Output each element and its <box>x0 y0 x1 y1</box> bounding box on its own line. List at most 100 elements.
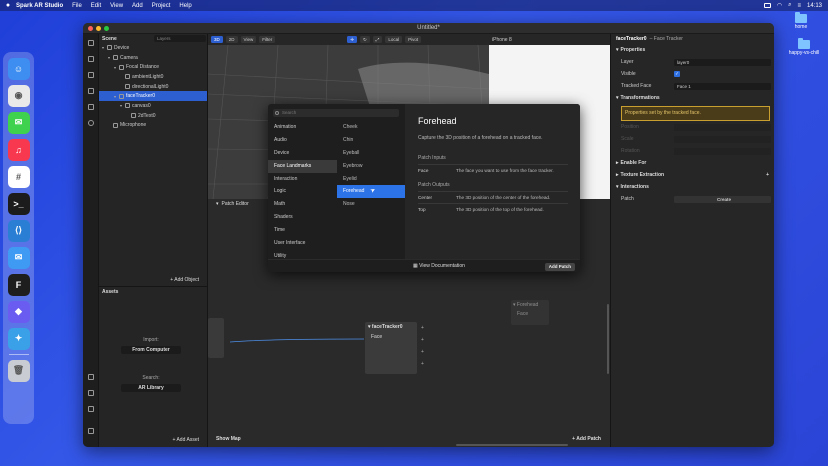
scene-icon[interactable] <box>88 40 94 46</box>
patch-icon[interactable] <box>88 88 94 94</box>
from-computer-button[interactable]: From Computer <box>121 346 181 354</box>
dock-spark-ar-icon[interactable]: ◆ <box>7 300 30 323</box>
dock-figma-icon[interactable]: F <box>7 273 30 296</box>
mode-3d-button[interactable]: 3D <box>211 36 223 43</box>
menu-view[interactable]: View <box>110 3 123 9</box>
visible-checkbox[interactable]: ✓ <box>674 71 680 77</box>
texture-extraction-section[interactable]: ▸ Texture Extraction + <box>611 169 774 181</box>
dock-mail-icon[interactable]: ✉ <box>7 246 30 269</box>
dock-music-icon[interactable]: ♫ <box>7 138 30 161</box>
patch-item[interactable]: Cheek <box>337 121 405 134</box>
move-tool-icon[interactable]: ✛ <box>347 36 357 43</box>
scene-tree-item[interactable]: Microphone <box>99 121 207 131</box>
settings-icon[interactable] <box>88 428 94 434</box>
menu-file[interactable]: File <box>72 3 82 9</box>
dock-terminal-icon[interactable]: >_ <box>7 192 30 215</box>
add-object-button[interactable]: + Add Object <box>170 277 199 283</box>
category-item[interactable]: Face Landmarks <box>268 159 337 173</box>
script-icon[interactable] <box>88 104 94 110</box>
create-patch-button[interactable]: Create <box>674 195 771 203</box>
menu-edit[interactable]: Edit <box>91 3 101 9</box>
apple-menu-icon[interactable]: ● <box>0 2 16 9</box>
desktop-folder-home[interactable]: home <box>781 12 821 30</box>
rotate-tool-icon[interactable]: ↻ <box>360 36 370 43</box>
interactions-section[interactable]: ▾ Interactions <box>611 181 774 193</box>
patch-search-input[interactable]: Search <box>273 109 399 117</box>
port-plus-icon[interactable]: + <box>421 325 424 331</box>
port-plus-icon[interactable]: + <box>421 361 424 367</box>
control-center-icon[interactable]: ≡ <box>797 3 801 9</box>
device-selector[interactable]: iPhone 8 <box>489 34 610 45</box>
search-icon[interactable]: ⌕ <box>788 2 791 9</box>
scene-tree-item[interactable]: ▾ Camera <box>99 53 207 63</box>
category-item[interactable]: Animation <box>268 121 337 134</box>
pivot-toggle[interactable]: Pivot <box>405 36 422 43</box>
add-asset-button[interactable]: + Add Asset <box>172 437 199 443</box>
node-port-face[interactable]: Face <box>365 332 417 342</box>
menu-help[interactable]: Help <box>179 3 191 9</box>
dock-vscode-icon[interactable]: ⟨⟩ <box>7 219 30 242</box>
category-item[interactable]: Audio <box>268 134 337 147</box>
desktop-folder-happy-vs-chill[interactable]: happy-vs-chill <box>784 38 824 56</box>
port-plus-icon[interactable]: + <box>421 337 424 343</box>
scene-tree-item[interactable]: ambientLight0 <box>99 72 207 82</box>
view-documentation-link[interactable]: ▦ View Documentation <box>413 263 465 269</box>
wifi-icon[interactable]: ◠ <box>777 2 782 9</box>
dock-messages-icon[interactable]: ✉ <box>7 111 30 134</box>
add-patch-button[interactable]: + Add Patch <box>572 436 601 442</box>
port-plus-icon[interactable]: + <box>421 349 424 355</box>
scene-tree-item[interactable]: ▾ Focal Distance <box>99 62 207 72</box>
add-texture-icon[interactable]: + <box>766 172 769 178</box>
category-item[interactable]: Interaction <box>268 173 337 186</box>
category-item[interactable]: Logic <box>268 185 337 198</box>
scene-tree-item[interactable]: ▾ canvas0 <box>99 101 207 111</box>
filter-dropdown[interactable]: Filter <box>259 36 276 43</box>
show-map-button[interactable]: Show Map <box>216 436 241 442</box>
enable-for-section[interactable]: ▸ Enable For <box>611 157 774 169</box>
patch-item[interactable]: Eyelid <box>337 173 405 186</box>
face-tracker-node[interactable]: ▾ faceTracker0 Face <box>365 322 417 374</box>
category-item[interactable]: Shaders <box>268 211 337 224</box>
local-toggle[interactable]: Local <box>385 36 403 43</box>
dock-slack-icon[interactable]: # <box>7 165 30 188</box>
patch-item[interactable]: Nose <box>337 198 405 211</box>
horizontal-scrollbar[interactable] <box>456 444 568 446</box>
clock[interactable]: 14:13 <box>807 3 822 9</box>
transformations-section[interactable]: ▾ Transformations <box>611 92 774 104</box>
layers-icon[interactable] <box>88 72 94 78</box>
patch-item[interactable]: Forehead ➤ <box>337 185 405 199</box>
dock-chrome-icon[interactable]: ◉ <box>7 84 30 107</box>
ar-library-button[interactable]: AR Library <box>121 384 181 392</box>
mode-2d-button[interactable]: 2D <box>225 36 238 43</box>
dock-finder-icon[interactable]: ☺ <box>7 57 30 80</box>
patch-item[interactable]: Eyebrow <box>337 160 405 173</box>
patch-item[interactable]: Eyeball <box>337 147 405 160</box>
layers-search[interactable]: Layers <box>154 35 206 42</box>
scene-tree-item[interactable]: directionalLight0 <box>99 82 207 92</box>
properties-section[interactable]: ▾ Properties <box>611 44 774 56</box>
assets-icon[interactable] <box>88 56 94 62</box>
device-name[interactable]: iPhone 8 <box>492 37 512 43</box>
scene-tree-item[interactable]: 2dText0 <box>99 111 207 121</box>
vertical-scrollbar[interactable] <box>607 304 609 374</box>
battery-icon[interactable] <box>763 3 771 8</box>
scale-tool-icon[interactable]: ⤢ <box>372 36 383 43</box>
dock-trash-icon[interactable]: 🗑 <box>7 359 30 382</box>
login-icon[interactable] <box>88 390 94 396</box>
scene-tree-item[interactable]: ▾ Device <box>99 43 207 53</box>
export-icon[interactable] <box>88 374 94 380</box>
tracked-face-dropdown[interactable]: Face 1 <box>674 82 771 90</box>
patch-item[interactable]: Chin <box>337 134 405 147</box>
category-item[interactable]: User Interface <box>268 237 337 250</box>
view-dropdown[interactable]: View <box>240 36 257 43</box>
category-item[interactable]: Time <box>268 224 337 237</box>
category-item[interactable]: Device <box>268 147 337 160</box>
preview-icon[interactable] <box>88 406 94 412</box>
popup-add-patch-button[interactable]: Add Patch <box>544 262 575 271</box>
menu-project[interactable]: Project <box>152 3 171 9</box>
menu-add[interactable]: Add <box>132 3 143 9</box>
category-item[interactable]: Math <box>268 198 337 211</box>
search-icon[interactable] <box>88 120 94 126</box>
menu-app-name[interactable]: Spark AR Studio <box>16 3 63 9</box>
scene-tree-item[interactable]: ▾ faceTracker0 <box>99 91 207 102</box>
